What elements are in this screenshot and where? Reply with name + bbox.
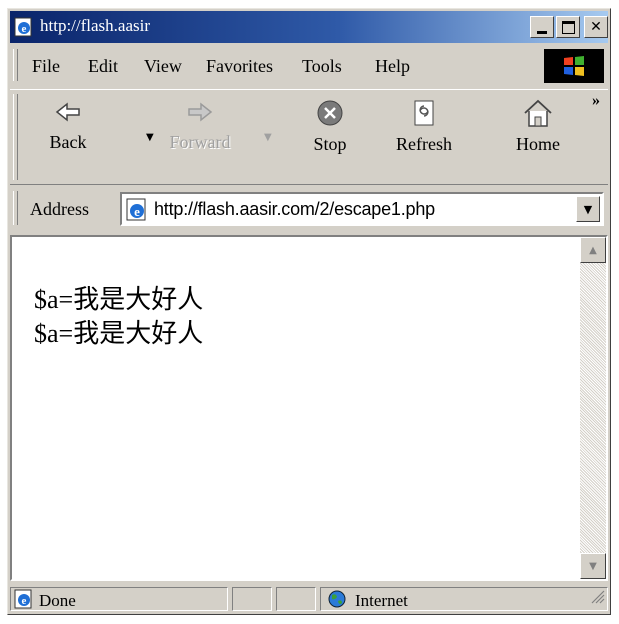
- address-dropdown-button[interactable]: ▼: [576, 196, 600, 222]
- maximize-button[interactable]: [556, 16, 580, 38]
- menu-edit[interactable]: Edit: [88, 56, 118, 77]
- scroll-down-button[interactable]: ▼: [580, 553, 606, 579]
- address-url: http://flash.aasir.com/2/escape1.php: [154, 199, 435, 219]
- menu-file[interactable]: File: [32, 56, 60, 77]
- content-line: $a=我是大好人: [34, 285, 204, 314]
- ie-page-icon: e: [125, 198, 149, 227]
- menu-favorites[interactable]: Favorites: [206, 56, 273, 77]
- back-arrow-icon: [55, 102, 80, 122]
- menu-grip[interactable]: [13, 49, 18, 81]
- status-panel-secure: [276, 587, 316, 611]
- ie-page-icon: e: [14, 17, 34, 37]
- stop-label: Stop: [313, 134, 347, 154]
- refresh-button[interactable]: Refresh: [388, 98, 460, 178]
- resize-grip-icon[interactable]: [589, 588, 605, 609]
- standard-toolbar: Back ▼ Forward ▼ Stop Refresh Home »: [10, 89, 608, 185]
- svg-text:e: e: [22, 23, 27, 35]
- minimize-button[interactable]: [530, 16, 554, 38]
- window-title: http://flash.aasir: [40, 16, 151, 35]
- status-panel-zone: Internet: [320, 587, 608, 611]
- menu-bar: File Edit View Favorites Tools Help: [10, 47, 608, 85]
- status-panel-main: e Done: [10, 587, 228, 611]
- refresh-label: Refresh: [396, 134, 452, 154]
- address-label: Address: [30, 199, 89, 219]
- maximize-icon: [561, 20, 575, 34]
- forward-button[interactable]: Forward: [164, 98, 236, 178]
- ie-page-icon: e: [14, 589, 34, 614]
- refresh-icon: [414, 100, 434, 126]
- svg-text:e: e: [22, 595, 27, 607]
- browser-window: e http://flash.aasir ✕ File Edit View Fa…: [7, 8, 611, 615]
- status-panel-progress: [232, 587, 272, 611]
- status-bar: e Done Internet: [10, 585, 608, 613]
- content-line: $a=我是大好人: [34, 319, 204, 348]
- menu-view[interactable]: View: [144, 56, 182, 77]
- page-content[interactable]: $a=我是大好人 $a=我是大好人 ▲ ▼: [10, 235, 608, 581]
- back-dropdown-arrow-icon[interactable]: ▼: [146, 132, 154, 143]
- chevron-right-icon[interactable]: »: [592, 92, 600, 110]
- home-icon: [524, 99, 552, 127]
- menu-help[interactable]: Help: [375, 56, 410, 77]
- dropdown-arrow-icon: ▼: [583, 202, 593, 216]
- windows-logo-icon: [544, 49, 604, 83]
- svg-text:e: e: [134, 204, 140, 219]
- address-grip[interactable]: [13, 191, 18, 225]
- zone-text: Internet: [355, 591, 408, 610]
- vertical-scrollbar[interactable]: ▲ ▼: [580, 237, 606, 579]
- scroll-up-button[interactable]: ▲: [580, 237, 606, 263]
- stop-button[interactable]: Stop: [294, 98, 366, 178]
- home-label: Home: [516, 134, 560, 154]
- address-input[interactable]: e http://flash.aasir.com/2/escape1.php ▼: [120, 192, 604, 226]
- address-bar: Address e http://flash.aasir.com/2/escap…: [10, 189, 608, 229]
- status-text: Done: [39, 591, 76, 610]
- close-button[interactable]: ✕: [584, 16, 608, 38]
- stop-icon: [317, 100, 343, 126]
- title-bar[interactable]: e http://flash.aasir ✕: [10, 11, 608, 43]
- menu-tools[interactable]: Tools: [302, 56, 342, 77]
- home-button[interactable]: Home: [502, 98, 574, 178]
- back-button[interactable]: Back: [32, 98, 104, 178]
- globe-icon: [327, 589, 347, 614]
- minimize-icon: [537, 30, 547, 34]
- forward-arrow-icon: [188, 102, 213, 122]
- forward-label: Forward: [169, 132, 231, 152]
- back-label: Back: [49, 132, 87, 152]
- close-icon: ✕: [590, 19, 602, 35]
- forward-dropdown-arrow-icon[interactable]: ▼: [264, 132, 272, 143]
- toolbar-grip[interactable]: [13, 94, 18, 180]
